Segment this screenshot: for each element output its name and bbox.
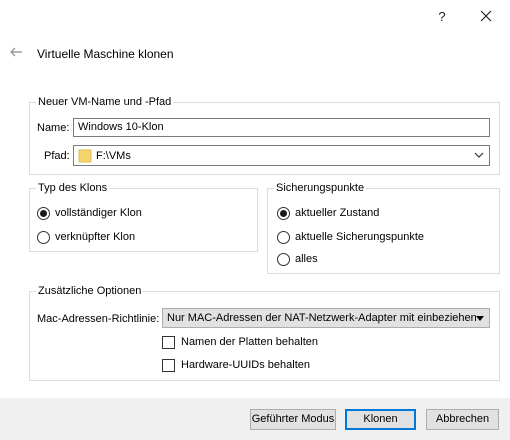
dialog-title: Virtuelle Maschine klonen	[37, 47, 174, 61]
cancel-button[interactable]: Abbrechen	[426, 409, 499, 430]
radio-label: alles	[295, 253, 318, 265]
back-arrow-icon[interactable]	[8, 44, 24, 60]
radio-button[interactable]	[37, 230, 50, 244]
checkbox[interactable]	[162, 335, 175, 349]
folder-icon	[78, 149, 92, 162]
checkbox-label: Namen der Platten behalten	[181, 336, 318, 348]
path-value: F:\VMs	[96, 149, 131, 162]
checkbox-label: Hardware-UUIDs behalten	[181, 359, 310, 371]
radio-label: verknüpfter Klon	[55, 231, 136, 243]
radio-label: aktuelle Sicherungspunkte	[295, 231, 425, 243]
radio-label: aktueller Zustand	[295, 207, 380, 219]
chevron-down-icon[interactable]	[474, 151, 484, 159]
radio-button[interactable]	[277, 230, 290, 244]
close-button[interactable]	[471, 4, 501, 28]
clone-button[interactable]: Klonen	[345, 409, 416, 430]
guided-mode-button[interactable]: Geführter Modus	[250, 409, 336, 430]
keep-hw-uuids-checkbox[interactable]: Hardware-UUIDs behalten	[162, 357, 310, 373]
help-icon: ?	[438, 8, 446, 24]
radio-linked-clone[interactable]: verknüpfter Klon	[37, 229, 135, 245]
radio-full-clone[interactable]: vollständiger Klon	[37, 205, 142, 221]
radio-button[interactable]	[37, 206, 50, 220]
radio-button[interactable]	[277, 252, 290, 266]
path-combobox[interactable]: F:\VMs	[73, 145, 490, 166]
checkbox[interactable]	[162, 358, 175, 372]
clone-type-legend: Typ des Klons	[36, 181, 110, 195]
close-icon	[480, 10, 492, 22]
radio-current-state[interactable]: aktueller Zustand	[277, 205, 379, 221]
radio-all[interactable]: alles	[277, 251, 318, 267]
vm-name-input[interactable]: Windows 10-Klon	[73, 118, 490, 137]
additional-options-legend: Zusätzliche Optionen	[36, 284, 144, 298]
mac-policy-label: Mac-Adressen-Richtlinie:	[37, 313, 160, 325]
keep-disk-names-checkbox[interactable]: Namen der Platten behalten	[162, 334, 318, 350]
mac-policy-select[interactable]: Nur MAC-Adressen der NAT-Netzwerk-Adapte…	[162, 308, 490, 328]
clone-vm-dialog: ? Virtuelle Maschine klonen Neuer VM-Nam…	[0, 0, 510, 440]
snapshots-legend: Sicherungspunkte	[274, 181, 367, 195]
name-label: Name:	[37, 122, 70, 134]
radio-current-snapshots[interactable]: aktuelle Sicherungspunkte	[277, 229, 424, 245]
radio-button[interactable]	[277, 206, 290, 220]
path-label: Pfad:	[44, 150, 70, 162]
radio-label: vollständiger Klon	[55, 207, 142, 219]
dropdown-arrow-icon	[476, 316, 484, 321]
mac-policy-value: Nur MAC-Adressen der NAT-Netzwerk-Adapte…	[167, 312, 477, 324]
help-button[interactable]: ?	[427, 4, 457, 28]
vm-name-path-legend: Neuer VM-Name und -Pfad	[36, 95, 174, 109]
